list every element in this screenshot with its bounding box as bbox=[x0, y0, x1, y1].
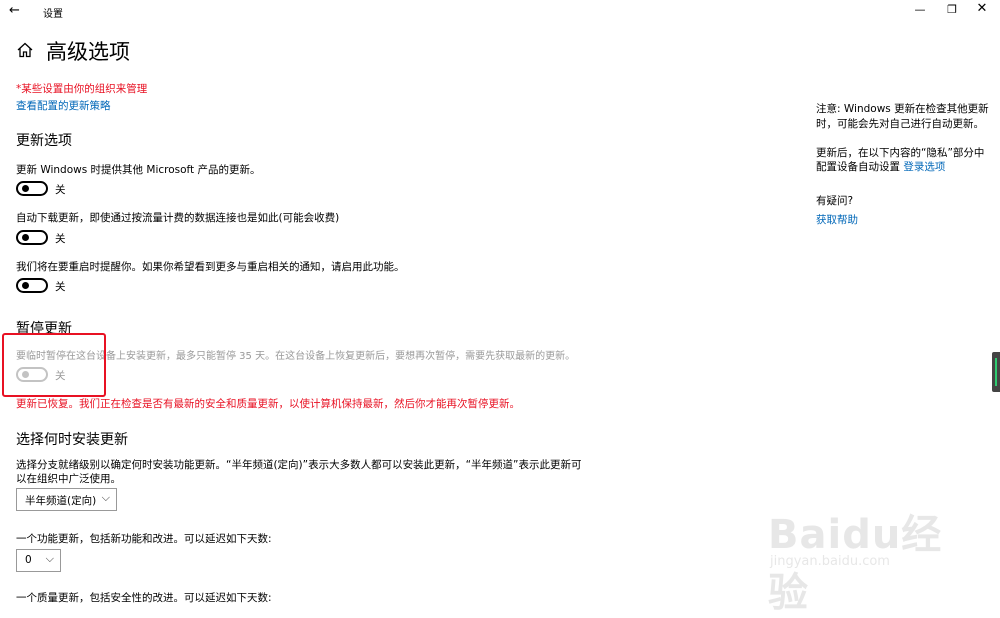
baidu-watermark: Baidu经验 jingyan.baidu.com bbox=[768, 488, 948, 616]
app-title: 设置 bbox=[43, 9, 63, 20]
update-options-heading: 更新选项 bbox=[16, 133, 72, 149]
chevron-down-icon: ⌵ bbox=[45, 552, 54, 565]
managed-notice: *某些设置由你的组织来管理 bbox=[16, 83, 148, 95]
sidebar-note-line1: 注意: Windows 更新在检查其他更新 bbox=[816, 103, 989, 115]
metered-download-toggle[interactable] bbox=[16, 230, 48, 245]
get-help-link[interactable]: 获取帮助 bbox=[816, 212, 858, 227]
highlight-box bbox=[2, 333, 106, 397]
feature-defer-desc: 一个功能更新，包括新功能和改进。可以延迟如下天数: bbox=[16, 533, 272, 545]
branch-desc-line1: 选择分支就绪级别以确定何时安装功能更新。“半年频道(定向)”表示大多数人都可以安… bbox=[16, 459, 582, 471]
toggle-knob bbox=[22, 234, 29, 241]
sidebar-note-line2: 时，可能会先对自己进行自动更新。 bbox=[816, 118, 984, 130]
resume-warning: 更新已恢复。我们正在检查是否有最新的安全和质量更新，以使计算机保持最新，然后你才… bbox=[16, 398, 520, 410]
channel-select-value: 半年频道(定向) bbox=[25, 495, 97, 507]
page-title: 高级选项 bbox=[46, 40, 130, 64]
other-products-toggle[interactable] bbox=[16, 181, 48, 196]
toggle-knob bbox=[22, 185, 29, 192]
metered-download-state: 关 bbox=[55, 233, 66, 245]
quality-defer-desc: 一个质量更新，包括安全性的改进。可以延迟如下天数: bbox=[16, 592, 272, 604]
feature-defer-select[interactable]: 0 ⌵ bbox=[16, 549, 61, 572]
view-policies-link[interactable]: 查看配置的更新策略 bbox=[16, 98, 111, 113]
chevron-down-icon: ⌵ bbox=[101, 491, 110, 504]
restart-notify-state: 关 bbox=[55, 281, 66, 293]
metered-download-label: 自动下载更新，即使通过按流量计费的数据连接也是如此(可能会收费) bbox=[16, 212, 340, 224]
sidebar-question: 有疑问? bbox=[816, 195, 854, 207]
sidebar-privacy-text: 配置设备自动设置 bbox=[816, 161, 900, 173]
home-icon[interactable] bbox=[16, 41, 34, 59]
other-products-label: 更新 Windows 时提供其他 Microsoft 产品的更新。 bbox=[16, 164, 261, 176]
title-bar: ← 设置 — ❐ ✕ bbox=[0, 0, 1000, 24]
restart-notify-label: 我们将在要重启时提醒你。如果你希望看到更多与重启相关的通知，请启用此功能。 bbox=[16, 261, 405, 273]
minimize-button[interactable]: — bbox=[910, 3, 930, 16]
channel-select[interactable]: 半年频道(定向) ⌵ bbox=[16, 488, 117, 511]
feature-defer-value: 0 bbox=[25, 554, 32, 566]
restore-button[interactable]: ❐ bbox=[942, 3, 962, 16]
choose-install-heading: 选择何时安装更新 bbox=[16, 432, 128, 448]
sidebar-privacy-line1: 更新后，在以下内容的“隐私”部分中 bbox=[816, 147, 985, 159]
branch-desc-line2: 以在组织中广泛使用。 bbox=[16, 473, 121, 485]
sign-in-options-link[interactable]: 登录选项 bbox=[903, 161, 945, 173]
edge-widget bbox=[992, 352, 1000, 392]
restart-notify-toggle[interactable] bbox=[16, 278, 48, 293]
watermark-url: jingyan.baidu.com bbox=[770, 554, 890, 569]
other-products-state: 关 bbox=[55, 184, 66, 196]
close-button[interactable]: ✕ bbox=[972, 1, 992, 16]
back-arrow-icon[interactable]: ← bbox=[9, 3, 20, 18]
toggle-knob bbox=[22, 282, 29, 289]
sidebar-privacy-line2: 配置设备自动设置 登录选项 bbox=[816, 159, 945, 174]
